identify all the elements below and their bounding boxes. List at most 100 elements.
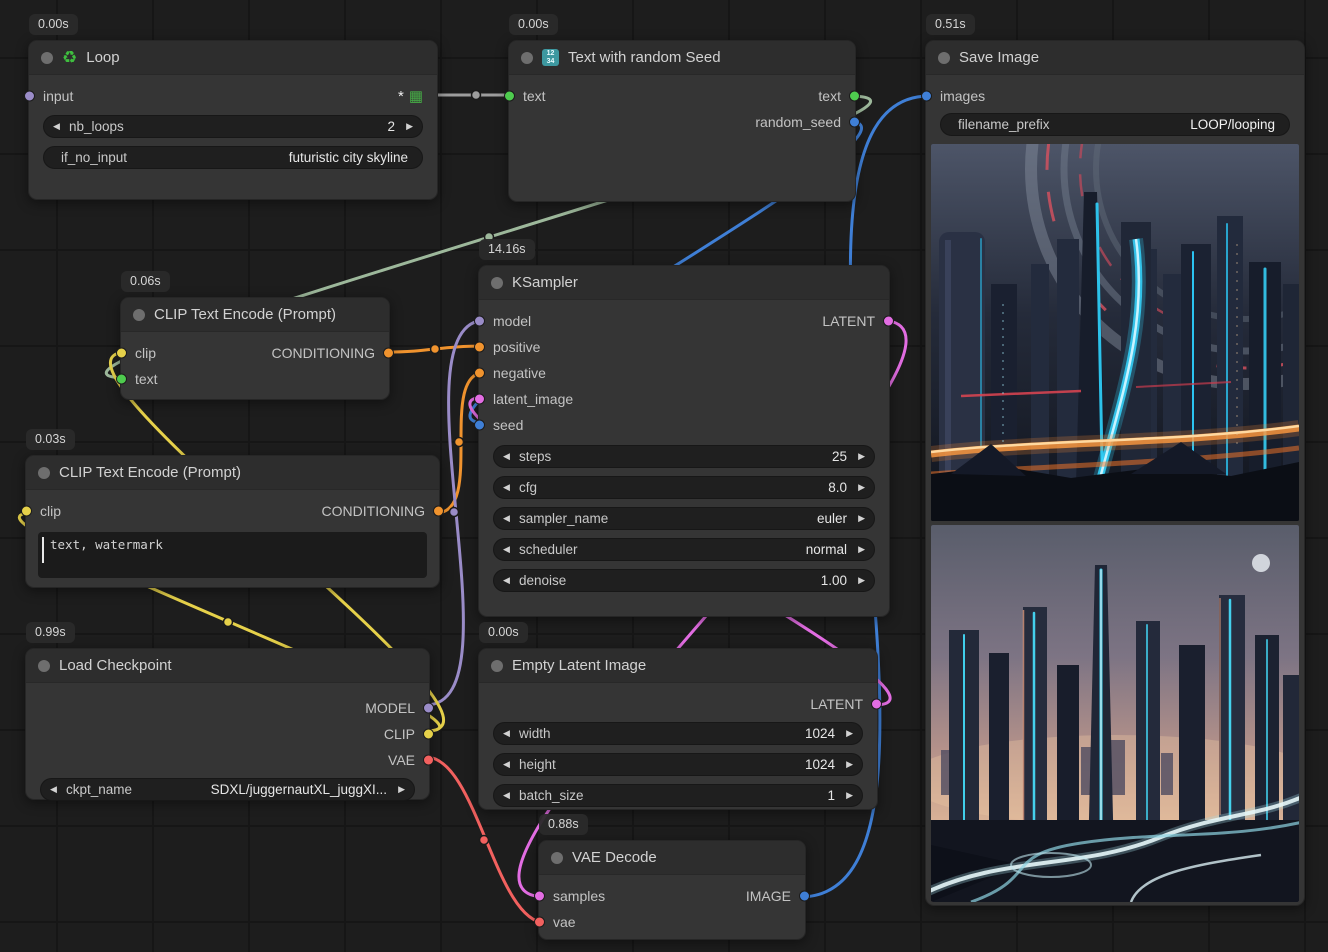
input-port-text[interactable]: [504, 91, 515, 102]
node-ksampler[interactable]: 14.16s KSampler model LATENT positive ne…: [478, 265, 890, 617]
output-port-conditioning[interactable]: [383, 348, 394, 359]
increment-arrow-icon[interactable]: ▶: [840, 759, 853, 770]
node-titlebar[interactable]: ♻ Loop: [29, 41, 437, 75]
output-port-vae[interactable]: [423, 755, 434, 766]
filename-prefix-widget[interactable]: filename_prefix LOOP/looping: [940, 113, 1290, 136]
prev-option-arrow-icon[interactable]: ◀: [50, 784, 63, 795]
scheduler-widget[interactable]: ◀ scheduler normal ▶: [493, 538, 875, 561]
input-port-input[interactable]: [24, 91, 35, 102]
cfg-widget[interactable]: ◀ cfg 8.0 ▶: [493, 476, 875, 499]
output-port-latent[interactable]: [871, 699, 882, 710]
increment-arrow-icon[interactable]: ▶: [400, 121, 413, 132]
increment-arrow-icon[interactable]: ▶: [852, 575, 865, 586]
input-port-negative[interactable]: [474, 368, 485, 379]
output-port-label: text: [818, 88, 841, 104]
output-port-conditioning[interactable]: [433, 506, 444, 517]
width-widget[interactable]: ◀ width 1024 ▶: [493, 722, 863, 745]
input-port-positive[interactable]: [474, 342, 485, 353]
decrement-arrow-icon[interactable]: ◀: [503, 575, 516, 586]
if-no-input-widget[interactable]: if_no_input futuristic city skyline: [43, 146, 423, 169]
prev-option-arrow-icon[interactable]: ◀: [503, 513, 516, 524]
next-option-arrow-icon[interactable]: ▶: [852, 544, 865, 555]
node-vae-decode[interactable]: 0.88s VAE Decode samples IMAGE vae: [538, 840, 806, 940]
node-clip-text-encode-negative[interactable]: 0.03s CLIP Text Encode (Prompt) clip CON…: [25, 455, 440, 588]
collapse-dot[interactable]: [133, 309, 145, 321]
input-port-model[interactable]: [474, 316, 485, 327]
node-titlebar[interactable]: Save Image: [926, 41, 1304, 75]
decrement-arrow-icon[interactable]: ◀: [503, 482, 516, 493]
node-save-image[interactable]: 0.51s Save Image images filename_prefix …: [925, 40, 1305, 906]
node-titlebar[interactable]: 1234 Text with random Seed: [509, 41, 855, 75]
widget-value: futuristic city skyline: [289, 150, 408, 165]
increment-arrow-icon[interactable]: ▶: [840, 728, 853, 739]
widget-label: height: [519, 757, 556, 772]
node-text-with-random-seed[interactable]: 0.00s 1234 Text with random Seed text te…: [508, 40, 856, 202]
input-port-clip[interactable]: [116, 348, 127, 359]
input-port-latent-image[interactable]: [474, 394, 485, 405]
node-load-checkpoint[interactable]: 0.99s Load Checkpoint MODEL CLIP VAE ◀ c…: [25, 648, 430, 800]
node-titlebar[interactable]: CLIP Text Encode (Prompt): [121, 298, 389, 332]
denoise-widget[interactable]: ◀ denoise 1.00 ▶: [493, 569, 875, 592]
increment-arrow-icon[interactable]: ▶: [852, 451, 865, 462]
next-option-arrow-icon[interactable]: ▶: [852, 513, 865, 524]
output-port-model[interactable]: [423, 703, 434, 714]
widget-label: width: [519, 726, 551, 741]
output-port-random-seed[interactable]: [849, 117, 860, 128]
collapse-dot[interactable]: [491, 660, 503, 672]
collapse-dot[interactable]: [41, 52, 53, 64]
collapse-dot[interactable]: [551, 852, 563, 864]
port-row: clip CONDITIONING: [26, 498, 439, 524]
input-port-label: vae: [553, 914, 576, 930]
input-port-clip[interactable]: [21, 506, 32, 517]
batch-size-widget[interactable]: ◀ batch_size 1 ▶: [493, 784, 863, 807]
height-widget[interactable]: ◀ height 1024 ▶: [493, 753, 863, 776]
node-clip-text-encode-positive[interactable]: 0.06s CLIP Text Encode (Prompt) clip CON…: [120, 297, 390, 400]
decrement-arrow-icon[interactable]: ◀: [503, 728, 516, 739]
next-option-arrow-icon[interactable]: ▶: [392, 784, 405, 795]
wire-midpoint-dot: [224, 618, 233, 627]
steps-widget[interactable]: ◀ steps 25 ▶: [493, 445, 875, 468]
output-port-label: IMAGE: [746, 888, 791, 904]
node-graph-canvas[interactable]: 0.00s ♻ Loop input * ▦ ◀ nb_loops 2 ▶ if…: [0, 0, 1328, 952]
ckpt-name-widget[interactable]: ◀ ckpt_name SDXL/juggernautXL_juggXI... …: [40, 778, 415, 801]
node-loop[interactable]: 0.00s ♻ Loop input * ▦ ◀ nb_loops 2 ▶ if…: [28, 40, 438, 200]
collapse-dot[interactable]: [938, 52, 950, 64]
timing-badge: 0.99s: [26, 622, 75, 643]
sampler-name-widget[interactable]: ◀ sampler_name euler ▶: [493, 507, 875, 530]
node-titlebar[interactable]: VAE Decode: [539, 841, 805, 875]
output-port-text[interactable]: [849, 91, 860, 102]
decrement-arrow-icon[interactable]: ◀: [503, 451, 516, 462]
output-port-image[interactable]: [799, 891, 810, 902]
node-titlebar[interactable]: KSampler: [479, 266, 889, 300]
generated-image-2: [931, 525, 1299, 902]
prev-option-arrow-icon[interactable]: ◀: [503, 544, 516, 555]
collapse-dot[interactable]: [491, 277, 503, 289]
increment-arrow-icon[interactable]: ▶: [852, 482, 865, 493]
output-port-clip[interactable]: [423, 729, 434, 740]
nb-loops-widget[interactable]: ◀ nb_loops 2 ▶: [43, 115, 423, 138]
decrement-arrow-icon[interactable]: ◀: [503, 790, 516, 801]
input-port-seed[interactable]: [474, 420, 485, 431]
node-title: Empty Latent Image: [512, 657, 646, 674]
node-titlebar[interactable]: CLIP Text Encode (Prompt): [26, 456, 439, 490]
widget-label: denoise: [519, 573, 566, 588]
input-port-images[interactable]: [921, 91, 932, 102]
collapse-dot[interactable]: [38, 467, 50, 479]
input-port-vae[interactable]: [534, 917, 545, 928]
node-titlebar[interactable]: Empty Latent Image: [479, 649, 877, 683]
increment-arrow-icon[interactable]: ▶: [840, 790, 853, 801]
output-port-latent[interactable]: [883, 316, 894, 327]
node-titlebar[interactable]: Load Checkpoint: [26, 649, 429, 683]
grid-icon[interactable]: ▦: [409, 89, 423, 104]
node-empty-latent-image[interactable]: 0.00s Empty Latent Image LATENT ◀ width …: [478, 648, 878, 810]
collapse-dot[interactable]: [38, 660, 50, 672]
prompt-textarea[interactable]: text, watermark: [38, 532, 427, 578]
node-title: KSampler: [512, 274, 578, 291]
prompt-text: text, watermark: [50, 537, 163, 552]
decrement-arrow-icon[interactable]: ◀: [53, 121, 66, 132]
port-row: seed: [479, 412, 889, 438]
collapse-dot[interactable]: [521, 52, 533, 64]
input-port-samples[interactable]: [534, 891, 545, 902]
input-port-text[interactable]: [116, 374, 127, 385]
decrement-arrow-icon[interactable]: ◀: [503, 759, 516, 770]
